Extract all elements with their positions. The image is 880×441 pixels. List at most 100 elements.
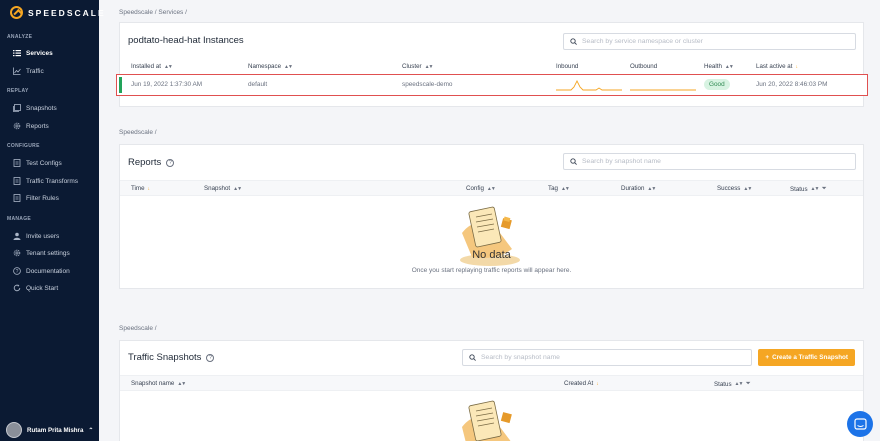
sort-icon: ▲▼ [284, 63, 293, 70]
chat-launcher-button[interactable] [847, 411, 873, 437]
sidebar-item-snapshots[interactable]: Snapshots [13, 103, 57, 113]
section-analyze: ANALYZE [7, 34, 33, 40]
section-manage: MANAGE [7, 216, 32, 222]
col-time[interactable]: Time ↓ [131, 185, 150, 192]
sidebar-item-label: Traffic [26, 67, 44, 75]
col-last-active[interactable]: Last active at ↓ [756, 63, 798, 70]
col-config[interactable]: Config ▲▼ [466, 185, 496, 192]
filter-icon[interactable]: ⏷ [745, 380, 750, 388]
gear-icon [13, 122, 21, 130]
col-outbound: Outbound [630, 63, 657, 70]
instances-search[interactable] [563, 33, 856, 50]
sort-icon: ▲▼ [424, 63, 434, 70]
filter-icon[interactable]: ⏷ [821, 185, 826, 193]
col-snapshot-name[interactable]: Snapshot name ▲▼ [131, 380, 186, 387]
reports-search[interactable] [563, 153, 856, 170]
col-label: Inbound [556, 63, 579, 70]
breadcrumb[interactable]: Speedscale / Services / [119, 9, 187, 16]
col-label: Last active at [756, 63, 793, 70]
col-label: Installed at [131, 63, 161, 70]
sort-icon: ▲▼ [734, 381, 744, 387]
col-created-at[interactable]: Created At ↓ [564, 380, 599, 387]
col-success[interactable]: Success ▲▼ [717, 185, 752, 192]
sort-icon: ▲▼ [743, 185, 752, 192]
col-label: Status [790, 185, 808, 193]
col-tag[interactable]: Tag ▲▼ [548, 185, 570, 192]
col-label: Outbound [630, 63, 658, 70]
col-duration[interactable]: Duration ▲▼ [621, 185, 656, 192]
outbound-sparkline [630, 89, 696, 91]
col-namespace[interactable]: Namespace ▲▼ [248, 63, 293, 70]
col-label: Cluster [402, 63, 422, 70]
reports-title: Reports [128, 157, 162, 168]
sidebar-item-label: Filter Rules [26, 194, 59, 202]
document-icon [13, 159, 21, 167]
col-label: Duration [621, 185, 645, 192]
sidebar-item-reports[interactable]: Reports [13, 121, 49, 131]
snapshots-search[interactable] [462, 349, 752, 366]
brand-name: SPEEDSCALE [28, 7, 106, 18]
chat-icon [853, 417, 867, 430]
user-icon [13, 232, 21, 240]
col-label: Success [717, 185, 741, 192]
sidebar-item-test-configs[interactable]: Test Configs [13, 158, 62, 168]
sidebar-item-traffic[interactable]: Traffic [13, 66, 44, 76]
section-title: Traffic Snapshots ? [128, 352, 215, 363]
sort-icon: ▲▼ [177, 380, 186, 387]
search-icon [469, 354, 476, 361]
section-title: Reports ? [128, 157, 175, 168]
sidebar-item-invite-users[interactable]: Invite users [13, 231, 59, 241]
breadcrumb[interactable]: Speedscale / [119, 129, 157, 136]
sidebar-item-label: Documentation [26, 267, 70, 275]
chevron-up-icon: ⌃ [88, 427, 94, 434]
help-icon[interactable]: ? [206, 353, 215, 362]
col-health[interactable]: Health ▲▼ [704, 63, 734, 70]
snapshot-icon [13, 104, 21, 112]
sidebar-item-tenant-settings[interactable]: Tenant settings [13, 248, 70, 258]
user-name: Rutam Prita Mishra [27, 426, 84, 434]
button-label: Create a Traffic Snapshot [772, 354, 848, 361]
snapshots-table-header: Snapshot name ▲▼ Created At ↓ Status ▲▼ ⏷ [120, 375, 863, 391]
instances-table-header: Installed at ▲▼ Namespace ▲▼ Cluster ▲▼ Inb… [120, 59, 863, 75]
document-icon [13, 177, 21, 185]
sidebar-item-label: Services [26, 49, 53, 57]
sidebar-item-traffic-transforms[interactable]: Traffic Transforms [13, 176, 78, 186]
sidebar-item-label: Snapshots [26, 104, 57, 112]
search-input[interactable] [481, 354, 751, 361]
sort-icon: ▲▼ [163, 63, 173, 70]
help-circle-icon: ? [13, 267, 21, 275]
search-input[interactable] [582, 38, 855, 45]
col-cluster[interactable]: Cluster ▲▼ [402, 63, 434, 70]
sidebar-item-label: Traffic Transforms [26, 177, 79, 185]
cell-installed-at: Jun 19, 2022 1:37:30 AM [131, 81, 203, 88]
sort-active-icon: ↓ [596, 380, 598, 387]
sidebar: SPEEDSCALE ANALYZE Services Traffic REPL… [0, 0, 104, 441]
brand-logo[interactable]: SPEEDSCALE [10, 6, 106, 19]
breadcrumb[interactable]: Speedscale / [119, 325, 157, 332]
user-menu[interactable]: Rutam Prita Mishra ⌃ [6, 422, 93, 438]
col-inbound: Inbound [556, 63, 578, 70]
col-snapshot[interactable]: Snapshot ▲▼ [204, 185, 242, 192]
col-label: Snapshot [204, 185, 231, 192]
table-row[interactable]: Jun 19, 2022 1:37:30 AM default speedsca… [116, 74, 868, 96]
col-installed-at[interactable]: Installed at ▲▼ [131, 63, 173, 70]
search-icon [570, 158, 577, 165]
col-label: Created At [564, 380, 594, 387]
col-status[interactable]: Status ▲▼ ⏷ [714, 380, 751, 388]
help-icon[interactable]: ? [166, 158, 175, 167]
status-indicator [119, 77, 122, 93]
sidebar-item-label: Test Configs [26, 159, 62, 167]
sidebar-item-quick-start[interactable]: Quick Start [13, 283, 58, 293]
col-status[interactable]: Status ▲▼ ⏷ [790, 185, 827, 193]
sort-icon: ▲▼ [486, 185, 496, 192]
search-input[interactable] [582, 158, 855, 165]
sidebar-item-services[interactable]: Services [13, 48, 53, 58]
sidebar-item-filter-rules[interactable]: Filter Rules [13, 193, 59, 203]
create-snapshot-button[interactable]: + Create a Traffic Snapshot [758, 349, 855, 366]
sidebar-item-label: Tenant settings [26, 249, 70, 257]
gear-icon [13, 249, 21, 257]
sidebar-item-documentation[interactable]: ? Documentation [13, 266, 70, 276]
section-configure: CONFIGURE [7, 143, 40, 149]
refresh-icon [13, 284, 21, 292]
col-label: Config [466, 185, 484, 192]
